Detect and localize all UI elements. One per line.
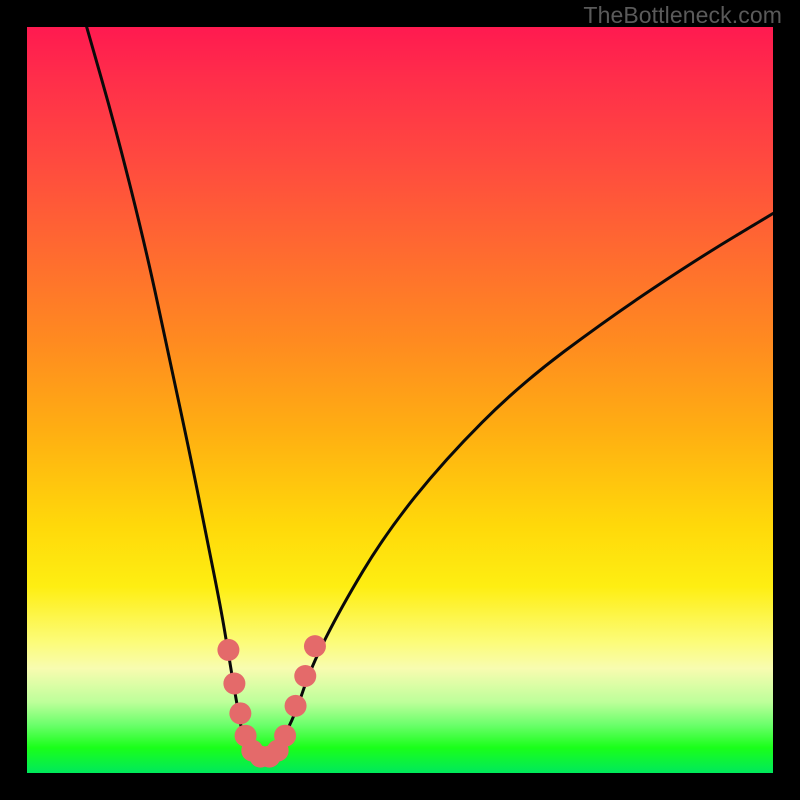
watermark-label: TheBottleneck.com [583, 2, 782, 29]
highlight-dot [223, 672, 245, 694]
highlight-dot [217, 639, 239, 661]
bottleneck-curve-path [87, 27, 773, 758]
bottleneck-curve-svg [27, 27, 773, 773]
highlight-dot [285, 695, 307, 717]
highlight-dot [304, 635, 326, 657]
plot-area [27, 27, 773, 773]
highlight-dot [294, 665, 316, 687]
highlight-dot [229, 702, 251, 724]
highlight-dot [274, 725, 296, 747]
chart-frame: TheBottleneck.com [0, 0, 800, 800]
